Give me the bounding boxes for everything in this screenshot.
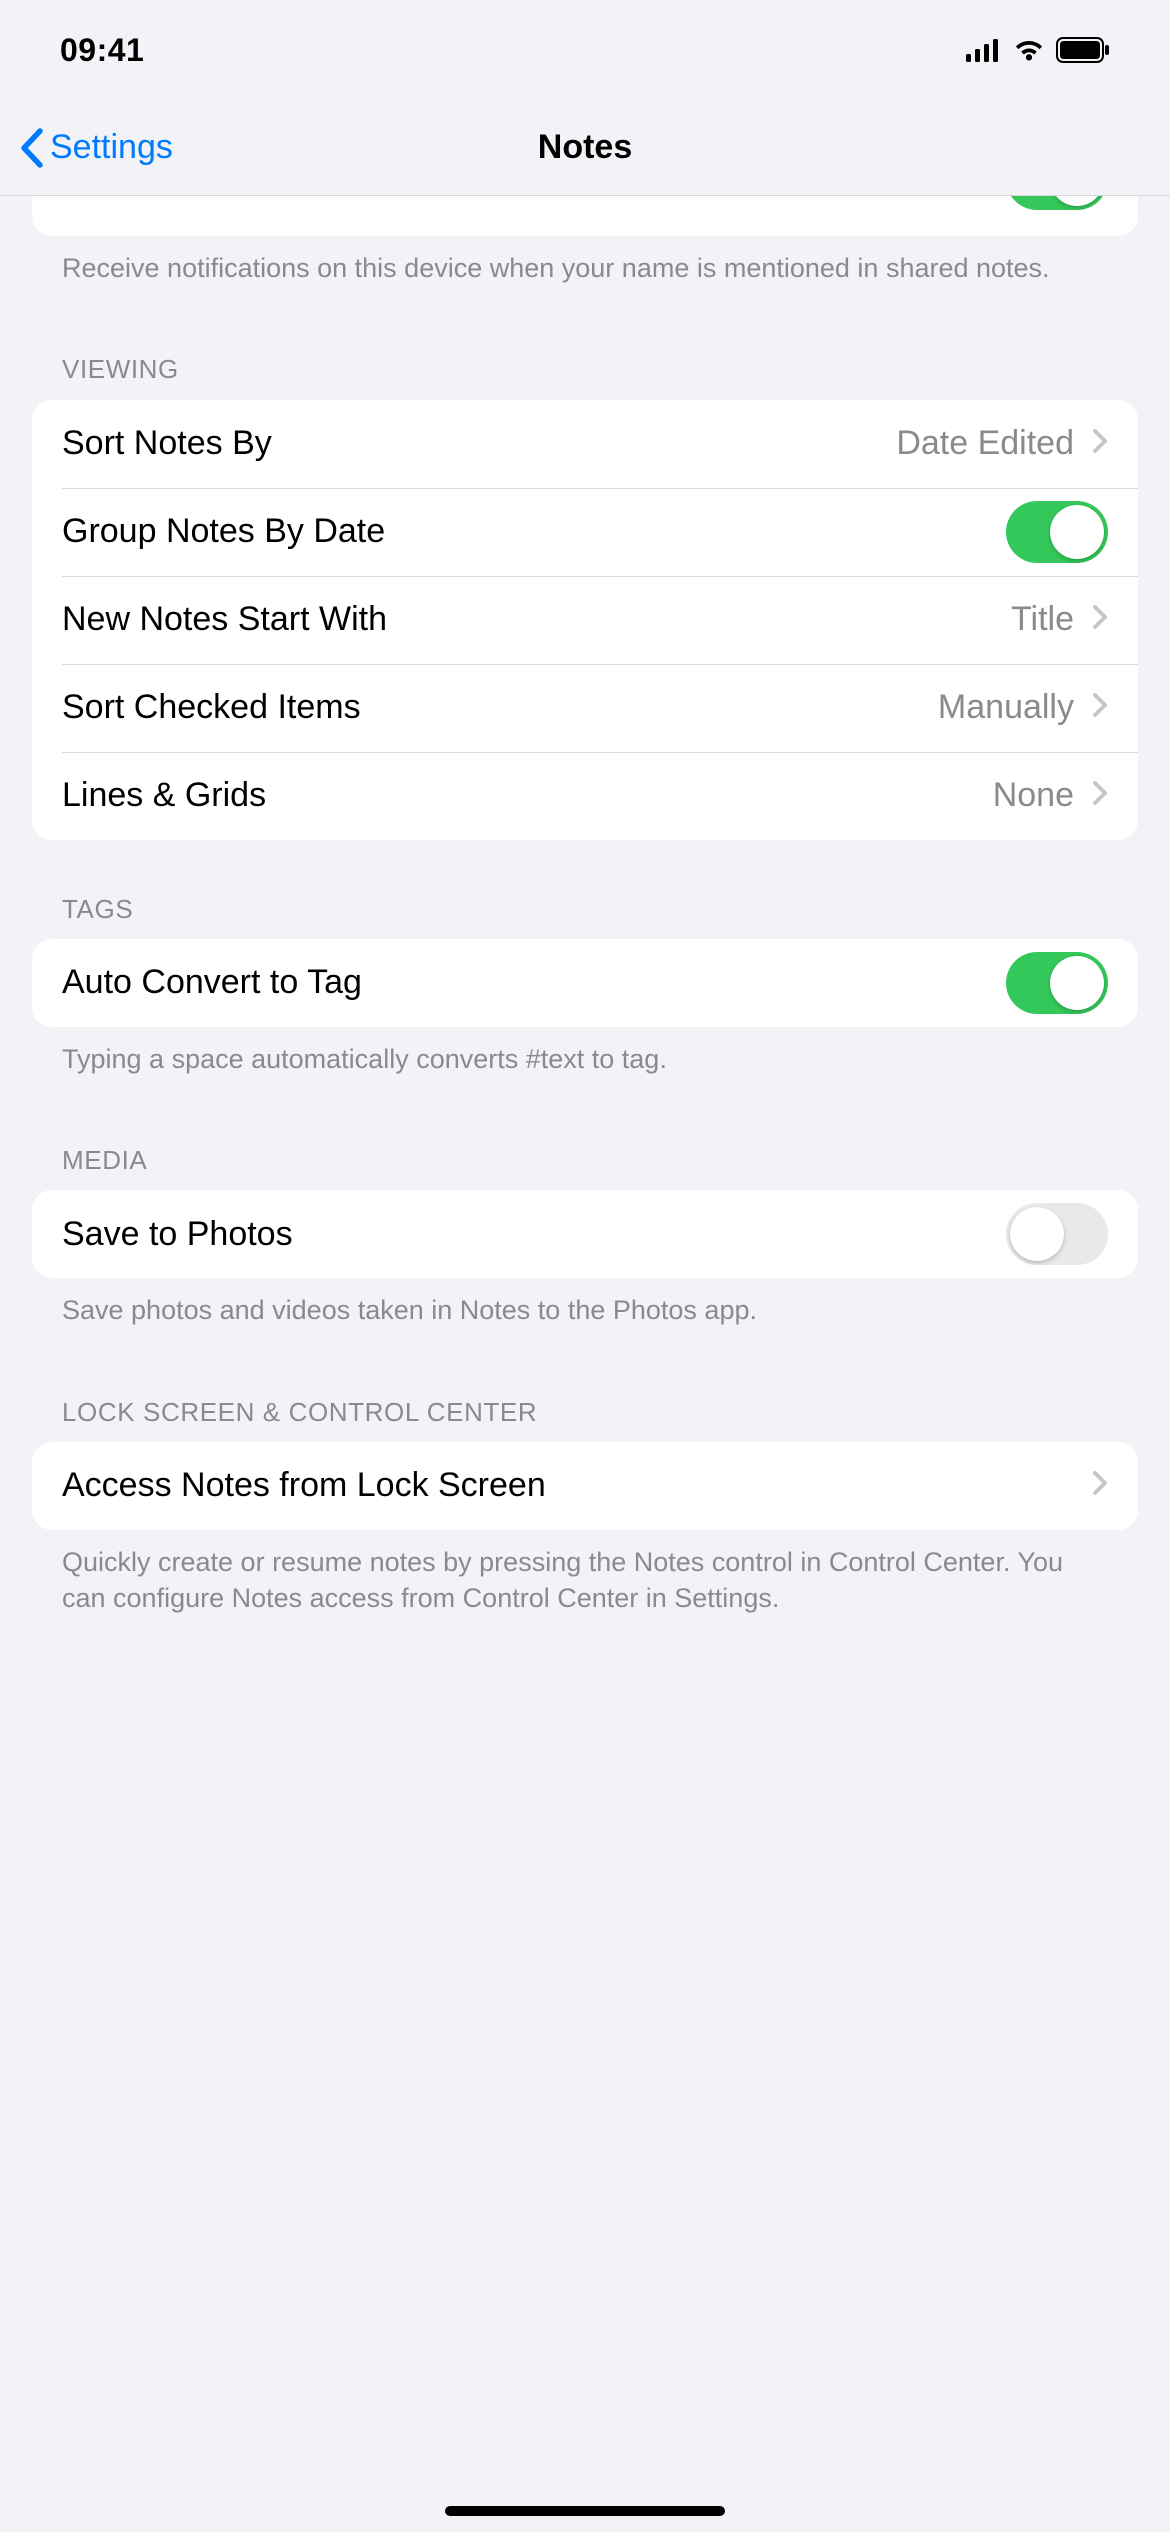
group-by-date-label: Group Notes By Date	[62, 512, 385, 551]
tags-header: Tags	[0, 840, 1170, 939]
mention-notifications-row[interactable]: Mention Notifications	[32, 196, 1138, 236]
access-lock-screen-row[interactable]: Access Notes from Lock Screen	[32, 1442, 1138, 1530]
media-group: Save to Photos	[32, 1190, 1138, 1278]
tags-group: Auto Convert to Tag	[32, 939, 1138, 1027]
page-title: Notes	[538, 128, 632, 167]
chevron-right-icon	[1092, 1470, 1108, 1501]
new-notes-start-with-label: New Notes Start With	[62, 600, 387, 639]
tags-footer: Typing a space automatically converts #t…	[0, 1027, 1170, 1091]
auto-convert-tag-label: Auto Convert to Tag	[62, 963, 362, 1002]
chevron-right-icon	[1092, 604, 1108, 635]
nav-bar: Settings Notes	[0, 100, 1170, 196]
media-footer: Save photos and videos taken in Notes to…	[0, 1278, 1170, 1342]
status-icons	[966, 37, 1110, 63]
sort-checked-items-label: Sort Checked Items	[62, 688, 361, 727]
lock-screen-footer: Quickly create or resume notes by pressi…	[0, 1530, 1170, 1631]
status-bar: 09:41	[0, 0, 1170, 100]
lines-grids-label: Lines & Grids	[62, 776, 266, 815]
lines-grids-value: None	[993, 776, 1074, 815]
lock-screen-header: Lock Screen & Control Center	[0, 1343, 1170, 1442]
sort-checked-items-value: Manually	[938, 688, 1074, 727]
cellular-icon	[966, 38, 1002, 62]
sort-notes-by-row[interactable]: Sort Notes By Date Edited	[32, 400, 1138, 488]
save-to-photos-row[interactable]: Save to Photos	[32, 1190, 1138, 1278]
mention-notifications-footer: Receive notifications on this device whe…	[0, 236, 1170, 300]
chevron-right-icon	[1092, 428, 1108, 459]
lock-screen-group: Access Notes from Lock Screen	[32, 1442, 1138, 1530]
lines-grids-row[interactable]: Lines & Grids None	[32, 752, 1138, 840]
auto-convert-tag-row[interactable]: Auto Convert to Tag	[32, 939, 1138, 1027]
back-button[interactable]: Settings	[18, 128, 173, 168]
sort-notes-by-value: Date Edited	[896, 424, 1074, 463]
group-by-date-row[interactable]: Group Notes By Date	[32, 488, 1138, 576]
auto-convert-tag-toggle[interactable]	[1006, 952, 1108, 1014]
chevron-right-icon	[1092, 692, 1108, 723]
back-label: Settings	[50, 128, 173, 167]
wifi-icon	[1012, 38, 1046, 62]
sort-checked-items-row[interactable]: Sort Checked Items Manually	[32, 664, 1138, 752]
group-by-date-toggle[interactable]	[1006, 501, 1108, 563]
home-indicator[interactable]	[445, 2506, 725, 2516]
sort-notes-by-label: Sort Notes By	[62, 424, 272, 463]
new-notes-start-with-value: Title	[1011, 600, 1074, 639]
battery-icon	[1056, 37, 1110, 63]
new-notes-start-with-row[interactable]: New Notes Start With Title	[32, 576, 1138, 664]
chevron-left-icon	[18, 128, 44, 168]
save-to-photos-label: Save to Photos	[62, 1215, 293, 1254]
save-to-photos-toggle[interactable]	[1006, 1203, 1108, 1265]
mention-notifications-group: Mention Notifications	[32, 196, 1138, 236]
viewing-header: Viewing	[0, 300, 1170, 399]
chevron-right-icon	[1092, 780, 1108, 811]
media-header: Media	[0, 1091, 1170, 1190]
status-time: 09:41	[60, 32, 144, 69]
scroll-content: Mention Notifications Receive notificati…	[0, 196, 1170, 1751]
mention-notifications-toggle[interactable]	[1006, 196, 1108, 210]
viewing-group: Sort Notes By Date Edited Group Notes By…	[32, 400, 1138, 840]
access-lock-screen-label: Access Notes from Lock Screen	[62, 1466, 546, 1505]
